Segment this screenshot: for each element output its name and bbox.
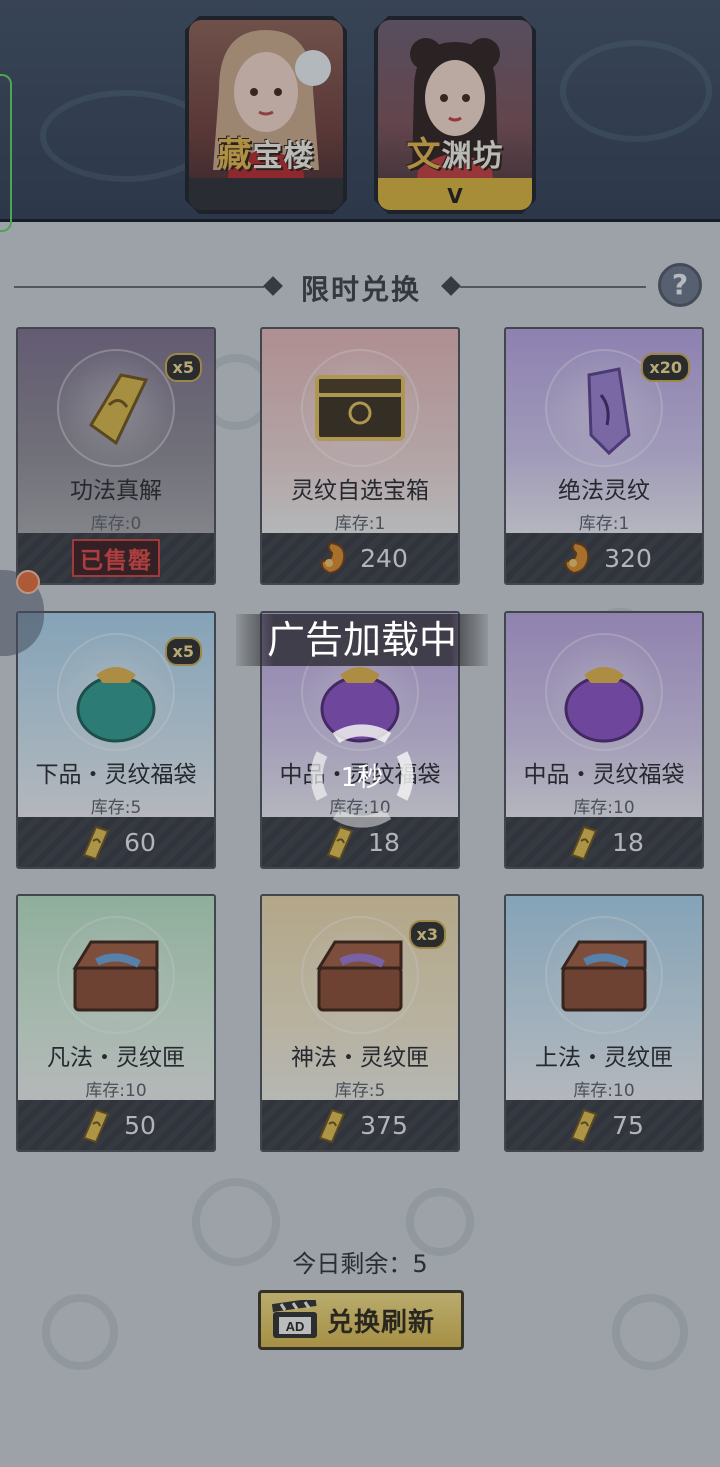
exchange-item-card[interactable]: x20 绝法灵纹库存:1 320: [504, 327, 704, 585]
price-bar: 50: [18, 1100, 214, 1150]
rune-box-icon: [316, 940, 403, 1012]
quantity-badge: x5: [164, 353, 202, 382]
lucky-bag-icon: [564, 667, 644, 743]
quantity-badge: x5: [164, 637, 202, 666]
item-name: 绝法灵纹: [558, 478, 650, 504]
exchange-item-card[interactable]: x5 下品・灵纹福袋库存:5 60: [16, 611, 216, 869]
item-price: 60: [124, 827, 156, 857]
rune-box-icon: [560, 940, 647, 1012]
treasure-chest-icon: [315, 375, 405, 441]
help-button[interactable]: ?: [658, 263, 702, 307]
divider: [14, 286, 264, 288]
exchange-item-card[interactable]: 凡法・灵纹匣库存:10 50: [16, 894, 216, 1152]
notification-dot: [16, 570, 40, 594]
countdown-text: 1秒: [340, 763, 384, 793]
exchange-item-card[interactable]: 上法・灵纹匣库存:10 75: [504, 894, 704, 1152]
copper-coin-icon: [320, 541, 346, 575]
lucky-bag-icon: [76, 667, 156, 743]
item-name: 神法・灵纹匣: [291, 1045, 429, 1071]
remaining-count: 今日剩余：5: [292, 1250, 428, 1278]
gold-scroll-icon: [82, 1108, 110, 1144]
item-stock: 库存:10: [573, 798, 635, 818]
item-price: 240: [360, 543, 408, 573]
item-stock: 库存:5: [334, 1081, 386, 1101]
tab-treasure-pavilion[interactable]: 藏宝楼: [185, 16, 347, 214]
item-name: 中品・灵纹福袋: [523, 762, 685, 788]
item-stock: 库存:1: [578, 514, 630, 534]
item-price: 18: [612, 827, 644, 857]
refresh-exchange-button[interactable]: AD 兑换刷新: [258, 1290, 464, 1350]
tab-label: 文渊坊: [406, 135, 504, 175]
svg-text:AD: AD: [286, 1319, 305, 1334]
exchange-item-card[interactable]: x3 神法・灵纹匣库存:5 375: [260, 894, 460, 1152]
copper-coin-icon: [564, 541, 590, 575]
price-bar: 240: [262, 533, 458, 583]
price-bar: 375: [262, 1100, 458, 1150]
quantity-badge: x3: [408, 920, 446, 949]
item-stock: 库存:5: [90, 798, 142, 818]
ad-clapper-icon: AD: [271, 1300, 317, 1338]
gold-scroll-icon: [82, 825, 110, 861]
tab-label: 藏宝楼: [217, 135, 315, 175]
item-name: 灵纹自选宝箱: [291, 478, 429, 504]
price-bar: 18: [506, 817, 702, 867]
item-price: 320: [604, 543, 652, 573]
tab-footer: [189, 178, 343, 210]
price-bar: 60: [18, 817, 214, 867]
ad-loading-banner: 广告加载中: [236, 614, 488, 666]
item-name: 凡法・灵纹匣: [47, 1045, 185, 1071]
exchange-item-card[interactable]: 灵纹自选宝箱库存:1 240: [260, 327, 460, 585]
section-title: 限时兑换: [300, 273, 421, 306]
refresh-label: 兑换刷新: [327, 1307, 436, 1338]
gold-scroll-icon: [318, 1108, 346, 1144]
exchange-item-card[interactable]: x5 功法真解库存:0 已售罄: [16, 327, 216, 585]
left-edge-highlight: [0, 74, 12, 232]
divider: [460, 286, 646, 288]
chevron-down-icon: V: [447, 184, 463, 208]
exchange-item-card[interactable]: 中品・灵纹福袋库存:10 18: [504, 611, 704, 869]
item-name: 下品・灵纹福袋: [35, 762, 197, 788]
item-stock: 库存:10: [85, 1081, 147, 1101]
sold-out-stamp: 已售罄: [72, 539, 160, 577]
gold-scroll-icon: [570, 1108, 598, 1144]
manual-scroll-icon: [89, 373, 149, 446]
item-name: 上法・灵纹匣: [535, 1045, 673, 1071]
item-price: 50: [124, 1110, 156, 1140]
price-bar: 320: [506, 533, 702, 583]
gold-scroll-icon: [570, 825, 598, 861]
diamond-ornament: [263, 276, 283, 296]
price-bar: 75: [506, 1100, 702, 1150]
item-stock: 库存:1: [334, 514, 386, 534]
item-name: 功法真解: [70, 478, 162, 504]
item-price: 375: [360, 1110, 408, 1140]
item-price: 75: [612, 1110, 644, 1140]
item-stock: 库存:0: [90, 514, 142, 534]
diamond-ornament: [441, 276, 461, 296]
tab-wenyuan-shop[interactable]: 文渊坊 V: [374, 16, 536, 214]
quantity-badge: x20: [641, 353, 690, 382]
rune-box-icon: [72, 940, 159, 1012]
item-stock: 库存:10: [573, 1081, 635, 1101]
section-header: 限时兑换: [0, 262, 720, 312]
tab-footer-selected: V: [378, 178, 532, 210]
shop-header: [0, 0, 720, 222]
price-bar: 已售罄: [18, 533, 214, 583]
